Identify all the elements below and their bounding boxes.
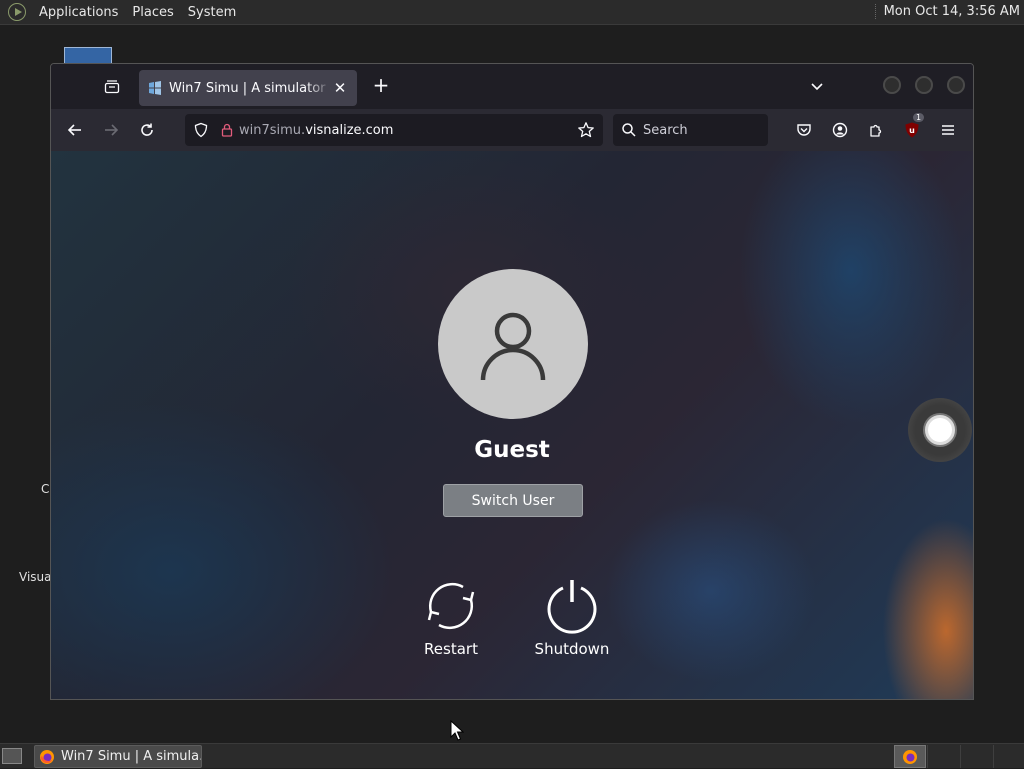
url-host: visnalize.com bbox=[305, 122, 394, 138]
distro-logo-icon[interactable] bbox=[8, 3, 26, 21]
search-icon bbox=[622, 123, 636, 137]
workspace-4[interactable] bbox=[993, 745, 1024, 768]
restart-label: Restart bbox=[424, 640, 478, 658]
extensions-button[interactable] bbox=[862, 116, 890, 144]
pocket-button[interactable] bbox=[790, 116, 818, 144]
desktop-icon-label[interactable]: C bbox=[41, 482, 49, 496]
workspace-2[interactable] bbox=[927, 745, 959, 768]
restart-button[interactable]: Restart bbox=[406, 578, 496, 658]
extension-badge: 1 bbox=[913, 113, 925, 122]
workspace-1[interactable] bbox=[894, 745, 926, 768]
show-desktop-icon[interactable] bbox=[2, 748, 22, 764]
svg-text:u: u bbox=[909, 126, 915, 135]
firefox-view-icon bbox=[104, 79, 120, 93]
search-input[interactable] bbox=[643, 122, 753, 138]
puzzle-piece-icon bbox=[870, 124, 882, 137]
navigation-toolbar: win7simu.visnalize.com Search u 1 bbox=[51, 109, 973, 151]
workspace-3[interactable] bbox=[960, 745, 992, 768]
url-bar[interactable]: win7simu.visnalize.com bbox=[185, 114, 603, 146]
forward-button[interactable] bbox=[97, 116, 125, 144]
menu-applications[interactable]: Applications bbox=[32, 5, 125, 20]
arrow-left-icon bbox=[67, 124, 81, 136]
back-button[interactable] bbox=[61, 116, 89, 144]
shield-icon[interactable] bbox=[193, 122, 209, 138]
new-tab-button[interactable]: + bbox=[369, 74, 393, 98]
hamburger-menu-icon bbox=[942, 125, 954, 135]
top-panel: Applications Places System Mon Oct 14, 3… bbox=[0, 0, 1024, 25]
arrow-right-icon bbox=[105, 124, 119, 136]
tab-win7simu[interactable]: Win7 Simu | A simulator of Windows 7 ✕ bbox=[139, 70, 357, 106]
pocket-icon bbox=[797, 124, 811, 136]
url-text[interactable]: win7simu.visnalize.com bbox=[239, 123, 393, 138]
list-all-tabs-icon[interactable] bbox=[807, 76, 827, 96]
restart-icon bbox=[427, 582, 475, 630]
mouse-pointer-icon bbox=[450, 720, 464, 741]
reload-button[interactable] bbox=[133, 116, 161, 144]
username-label: Guest bbox=[474, 437, 550, 463]
windows-logo-icon bbox=[149, 81, 161, 95]
url-subdomain: win7simu. bbox=[239, 122, 306, 138]
login-screen: Guest Switch User Restart Shutdown bbox=[51, 151, 973, 699]
tab-title: Win7 Simu | A simulator of Windows 7 bbox=[169, 80, 331, 96]
shutdown-label: Shutdown bbox=[534, 640, 610, 658]
bookmark-star-icon[interactable] bbox=[577, 121, 595, 139]
user-silhouette-icon bbox=[480, 312, 546, 381]
record-dot-icon bbox=[925, 415, 955, 445]
reload-icon bbox=[141, 123, 153, 136]
minimize-button[interactable] bbox=[883, 76, 901, 94]
close-window-button[interactable] bbox=[947, 76, 965, 94]
maximize-button[interactable] bbox=[915, 76, 933, 94]
app-menu-button[interactable] bbox=[934, 116, 962, 144]
desktop-icon-label[interactable]: Visua bbox=[19, 570, 52, 584]
menu-system[interactable]: System bbox=[181, 5, 243, 20]
taskbar-item-label: Win7 Simu | A simula… bbox=[61, 749, 202, 764]
taskbar-item-firefox[interactable]: Win7 Simu | A simula… bbox=[34, 745, 202, 768]
switch-user-button[interactable]: Switch User bbox=[443, 484, 583, 517]
lock-icon[interactable] bbox=[219, 122, 235, 138]
power-icon bbox=[547, 580, 597, 634]
panel-clock[interactable]: Mon Oct 14, 3:56 AM bbox=[874, 4, 1020, 19]
account-button[interactable] bbox=[826, 116, 854, 144]
tab-bar: Win7 Simu | A simulator of Windows 7 ✕ + bbox=[51, 64, 973, 109]
firefox-icon bbox=[40, 749, 54, 764]
account-icon bbox=[832, 122, 848, 138]
search-box[interactable] bbox=[613, 114, 768, 146]
shutdown-button[interactable]: Shutdown bbox=[527, 578, 617, 658]
ublock-origin-icon: u bbox=[905, 122, 919, 138]
firefox-icon bbox=[903, 750, 917, 764]
firefox-view-button[interactable] bbox=[95, 70, 129, 104]
tab-close-icon[interactable]: ✕ bbox=[331, 79, 349, 97]
bottom-taskbar: Win7 Simu | A simula… bbox=[0, 743, 1024, 768]
floating-assistive-button[interactable] bbox=[908, 398, 972, 462]
menu-places[interactable]: Places bbox=[125, 5, 180, 20]
user-avatar[interactable] bbox=[438, 269, 588, 419]
browser-window: Win7 Simu | A simulator of Windows 7 ✕ + bbox=[50, 63, 974, 700]
